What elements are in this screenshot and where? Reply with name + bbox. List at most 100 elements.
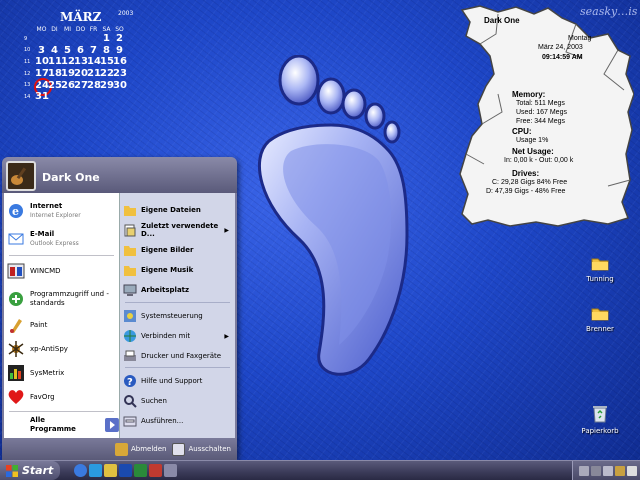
foot-toe — [278, 55, 320, 106]
logoff-label: Abmelden — [130, 445, 167, 453]
submenu-arrow-icon: ▶ — [224, 226, 229, 234]
desktop-icon-label: Papierkorb — [581, 427, 619, 435]
memory-free: Free: 344 Megs — [516, 118, 566, 125]
excel-quicklaunch-icon[interactable] — [134, 464, 147, 477]
run-icon — [123, 416, 137, 427]
tray-clock-icon[interactable] — [627, 465, 637, 476]
week-number: 14 — [24, 93, 31, 100]
logoff-button[interactable]: Abmelden — [114, 442, 167, 456]
outlook-express-icon — [8, 233, 24, 245]
desktop-icon-tuning[interactable]: Tunning — [576, 256, 624, 283]
pinned-internet[interactable]: e Internet Internet Explorer — [7, 201, 81, 221]
tray-network-icon[interactable] — [579, 465, 589, 476]
avatar[interactable] — [6, 161, 36, 191]
pinned-title: E-Mail — [30, 230, 55, 238]
calendar-widget: MÄRZ 2003 MO DI MI DO FR SA SO 9 1 2 10 3 4 5 6… — [24, 8, 133, 103]
cpu-label: CPU: — [512, 127, 532, 136]
place-my-computer[interactable]: Arbeitsplatz — [123, 281, 231, 299]
place-help[interactable]: ? Hilfe und Support — [123, 372, 231, 390]
svg-text:e: e — [12, 205, 19, 218]
calendar-day: 6 — [77, 44, 84, 56]
place-search[interactable]: Suchen — [123, 392, 231, 410]
recent-program[interactable]: xp-AntiSpy — [7, 339, 68, 359]
word-quicklaunch-icon[interactable] — [119, 464, 132, 477]
calendar-day: 2 — [116, 33, 123, 45]
desktop-icon-brenner[interactable]: Brenner — [576, 306, 624, 333]
app-quicklaunch-icon[interactable] — [149, 464, 162, 477]
recent-program[interactable]: WINCMD — [7, 261, 61, 281]
tray-volume-icon[interactable] — [603, 465, 613, 476]
place-printers[interactable]: Drucker und Faxgeräte — [123, 347, 231, 365]
weekday-label: FR — [89, 26, 98, 33]
calendar-day: 16 — [113, 56, 127, 68]
all-programs-button[interactable]: Alle Programme — [30, 415, 119, 435]
recent-program[interactable]: FavOrg — [7, 387, 55, 407]
weekday-label: SA — [102, 26, 111, 33]
folder-icon — [124, 266, 136, 276]
outlook-quicklaunch-icon[interactable] — [89, 464, 102, 477]
desktop-icon-recycle-bin[interactable]: Papierkorb — [576, 404, 624, 435]
sysinfo-title: Dark One — [484, 16, 520, 25]
power-icon — [172, 442, 186, 456]
drives-label: Drives: — [512, 169, 540, 178]
memory-total: Total: 511 Megs — [516, 100, 565, 107]
heart-icon — [8, 390, 24, 404]
place-label: Suchen — [141, 397, 167, 405]
calendar-day: 19 — [61, 68, 75, 80]
printer-icon — [124, 350, 136, 361]
paint-icon — [10, 319, 22, 333]
desktop-quicklaunch-icon[interactable] — [164, 464, 177, 477]
place-my-pictures[interactable]: Eigene Bilder — [123, 241, 231, 259]
recent-program-label: xp-AntiSpy — [30, 344, 68, 353]
recent-program[interactable]: Paint — [7, 315, 47, 335]
place-run[interactable]: Ausführen... — [123, 412, 231, 430]
place-recent-documents[interactable]: Zuletzt verwendete D... ▶ — [123, 221, 231, 239]
calendar-day: 3 — [38, 44, 45, 56]
windows-logo-icon — [6, 464, 18, 477]
calendar-day: 21 — [87, 68, 101, 80]
calendar-day: 5 — [64, 44, 71, 56]
folder-icon — [591, 308, 609, 321]
key-icon — [114, 442, 128, 456]
recycle-bin-icon — [593, 406, 607, 423]
place-my-documents[interactable]: Eigene Dateien — [123, 201, 231, 219]
place-my-music[interactable]: Eigene Musik — [123, 261, 231, 279]
computer-icon — [123, 284, 137, 296]
calendar-day: 1 — [103, 33, 110, 45]
ie-quicklaunch-icon[interactable] — [74, 464, 87, 477]
footprint-wallpaper-graphic — [257, 55, 409, 376]
place-label: Systemsteuerung — [141, 312, 203, 320]
recent-program-label: Programmzugriff und -standards — [30, 290, 109, 307]
calendar-day: 29 — [100, 79, 114, 91]
calendar-month: MÄRZ — [60, 10, 102, 24]
divider — [9, 255, 114, 256]
pinned-title: Internet — [30, 202, 63, 210]
shutdown-button[interactable]: Ausschalten — [172, 442, 231, 456]
antispy-icon — [8, 341, 24, 357]
recent-program[interactable]: SysMetrix — [7, 363, 64, 383]
folder-icon — [124, 206, 136, 216]
recent-program-label: Paint — [30, 320, 48, 329]
weekday-label: MI — [64, 26, 71, 33]
pinned-email[interactable]: E-Mail Outlook Express — [7, 229, 79, 249]
place-label: Arbeitsplatz — [141, 286, 190, 294]
divider — [125, 367, 230, 368]
start-menu: Dark One e Internet Internet Explorer E-M… — [2, 157, 237, 460]
calendar-day: 23 — [113, 68, 127, 80]
week-number: 11 — [24, 58, 31, 65]
place-connect-to[interactable]: Verbinden mit ▶ — [123, 327, 231, 345]
quick-launch — [74, 464, 177, 477]
start-button[interactable]: Start — [0, 461, 60, 480]
recent-program[interactable]: Programmzugriff und -standards — [7, 285, 116, 313]
svg-text:?: ? — [127, 377, 133, 388]
sysinfo-weekday: Montag — [568, 35, 592, 42]
calendar-day: 30 — [113, 79, 127, 91]
folder-icon — [124, 246, 136, 256]
explorer-quicklaunch-icon[interactable] — [104, 464, 117, 477]
calendar-day: 27 — [74, 79, 88, 91]
net-label: Net Usage: — [512, 147, 554, 156]
place-control-panel[interactable]: Systemsteuerung — [123, 307, 231, 325]
tray-monitor-icon[interactable] — [591, 465, 601, 476]
start-menu-header: Dark One — [2, 157, 237, 193]
tray-app-icon[interactable] — [615, 465, 625, 476]
